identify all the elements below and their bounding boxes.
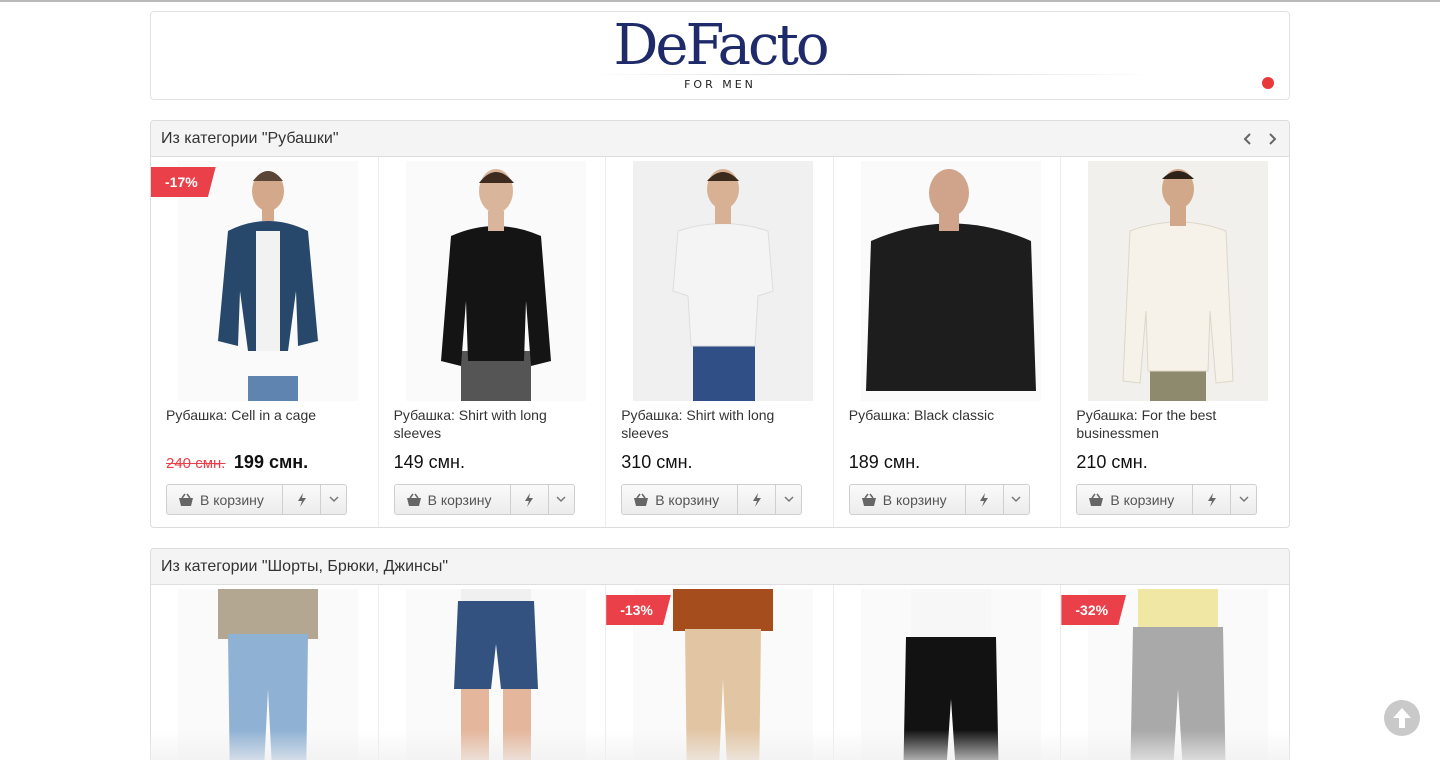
add-to-cart-button[interactable]: В корзину: [167, 485, 283, 514]
logo-divider: [591, 74, 1151, 75]
chevron-down-icon: [328, 496, 339, 503]
chevron-down-icon: [784, 496, 794, 503]
arrow-up-icon: [1393, 708, 1411, 728]
section-header: Из категории "Шорты, Брюки, Джинсы": [151, 549, 1289, 585]
product-grid: -13% -32%: [151, 585, 1289, 760]
add-to-cart-label: В корзину: [200, 491, 264, 508]
section-shirts: Из категории "Рубашки" -17% Рубашка: Cel…: [150, 120, 1290, 528]
quick-buy-button[interactable]: [966, 485, 1004, 514]
add-to-cart-label: В корзину: [655, 491, 720, 508]
add-to-cart-button[interactable]: В корзину: [850, 485, 966, 514]
cart-icon: [634, 493, 649, 506]
current-price: 310 смн.: [621, 452, 693, 472]
scroll-to-top-button[interactable]: [1384, 700, 1420, 736]
price-row: 310 смн.: [621, 452, 692, 473]
current-price: 149 смн.: [393, 452, 465, 472]
more-options-button[interactable]: [1004, 485, 1029, 514]
lightning-icon: [752, 492, 761, 507]
product-grid: -17% Рубашка: Cell in a cage 240 смн. 19…: [151, 157, 1289, 527]
brand-logo: DeFacto: [613, 13, 829, 78]
chevron-down-icon: [556, 496, 566, 503]
chevron-left-icon[interactable]: [1241, 132, 1255, 146]
product-card: Рубашка: For the best businessmen 210 см…: [1061, 157, 1289, 527]
product-card: Рубашка: Shirt with long sleeves 149 смн…: [379, 157, 607, 527]
section-trousers: Из категории "Шорты, Брюки, Джинсы" -13%…: [150, 548, 1290, 760]
chevron-right-icon[interactable]: [1265, 132, 1279, 146]
product-image[interactable]: [860, 161, 1041, 401]
product-card: -32%: [1061, 585, 1289, 760]
product-card: -17% Рубашка: Cell in a cage 240 смн. 19…: [151, 157, 379, 527]
discount-badge: -17%: [151, 167, 216, 197]
old-price: 240 смн.: [166, 455, 226, 472]
cart-button-group: В корзину: [393, 484, 575, 515]
add-to-cart-button[interactable]: В корзину: [622, 485, 739, 514]
price-row: 189 смн.: [849, 452, 920, 473]
product-image[interactable]: [405, 589, 586, 760]
lightning-icon: [980, 492, 989, 507]
lightning-icon: [525, 492, 534, 507]
quick-buy-button[interactable]: [1193, 485, 1232, 514]
more-options-button[interactable]: [549, 485, 574, 514]
more-options-button[interactable]: [776, 485, 801, 514]
product-image[interactable]: [178, 161, 358, 401]
carousel-nav: [1241, 132, 1279, 146]
product-image[interactable]: [860, 589, 1041, 760]
brand-banner[interactable]: DeFacto FOR MEN: [150, 11, 1290, 100]
product-card: -13%: [606, 585, 834, 760]
quick-buy-button[interactable]: [511, 485, 549, 514]
add-to-cart-label: В корзину: [1110, 491, 1175, 508]
product-name[interactable]: Рубашка: For the best businessmen: [1076, 406, 1276, 442]
quick-buy-button[interactable]: [738, 485, 777, 514]
product-image[interactable]: [1088, 161, 1269, 401]
chevron-down-icon: [1239, 496, 1249, 503]
discount-badge: -13%: [606, 595, 671, 625]
chevron-down-icon: [1011, 496, 1021, 503]
current-price: 210 смн.: [1076, 452, 1148, 472]
cart-button-group: В корзину: [848, 484, 1030, 515]
price-row: 210 смн.: [1076, 452, 1147, 473]
product-card: [379, 585, 607, 760]
brand-subtitle: FOR MEN: [684, 78, 756, 91]
lightning-icon: [297, 492, 306, 507]
product-name[interactable]: Рубашка: Shirt with long sleeves: [394, 406, 594, 442]
cart-button-group: В корзину: [1076, 484, 1258, 515]
add-to-cart-button[interactable]: В корзину: [1077, 485, 1194, 514]
product-image[interactable]: [178, 589, 358, 760]
add-to-cart-label: В корзину: [882, 491, 947, 508]
cart-icon: [861, 493, 876, 506]
cart-icon: [406, 493, 421, 506]
more-options-button[interactable]: [321, 485, 346, 514]
product-name[interactable]: Рубашка: Cell in a cage: [166, 406, 366, 424]
section-title: Из категории "Рубашки": [161, 129, 339, 147]
add-to-cart-button[interactable]: В корзину: [395, 485, 511, 514]
product-card: Рубашка: Shirt with long sleeves 310 смн…: [606, 157, 834, 527]
product-image[interactable]: [633, 161, 814, 401]
product-name[interactable]: Рубашка: Shirt with long sleeves: [621, 406, 821, 442]
cart-icon: [179, 493, 193, 506]
product-card: Рубашка: Black classic 189 смн. В корзин…: [834, 157, 1062, 527]
product-image[interactable]: [405, 161, 586, 401]
current-price: 189 смн.: [848, 452, 921, 472]
product-card: [151, 585, 379, 760]
discount-badge: -32%: [1061, 595, 1127, 625]
cart-icon: [1089, 493, 1104, 506]
cart-button-group: В корзину: [621, 484, 803, 515]
product-name[interactable]: Рубашка: Black classic: [849, 406, 1049, 424]
product-card: [834, 585, 1062, 760]
lightning-icon: [1207, 492, 1216, 507]
section-title: Из категории "Шорты, Брюки, Джинсы": [161, 557, 449, 575]
quick-buy-button[interactable]: [283, 485, 321, 514]
cart-button-group: В корзину: [166, 484, 347, 515]
slide-indicator-dot[interactable]: [1262, 77, 1274, 89]
top-border: [0, 0, 1440, 2]
section-header: Из категории "Рубашки": [151, 121, 1289, 157]
price-row: 149 смн.: [394, 452, 465, 473]
price-row: 240 смн. 199 смн.: [166, 452, 308, 473]
current-price: 199 смн.: [233, 452, 309, 472]
add-to-cart-label: В корзину: [427, 491, 492, 508]
more-options-button[interactable]: [1231, 485, 1256, 514]
